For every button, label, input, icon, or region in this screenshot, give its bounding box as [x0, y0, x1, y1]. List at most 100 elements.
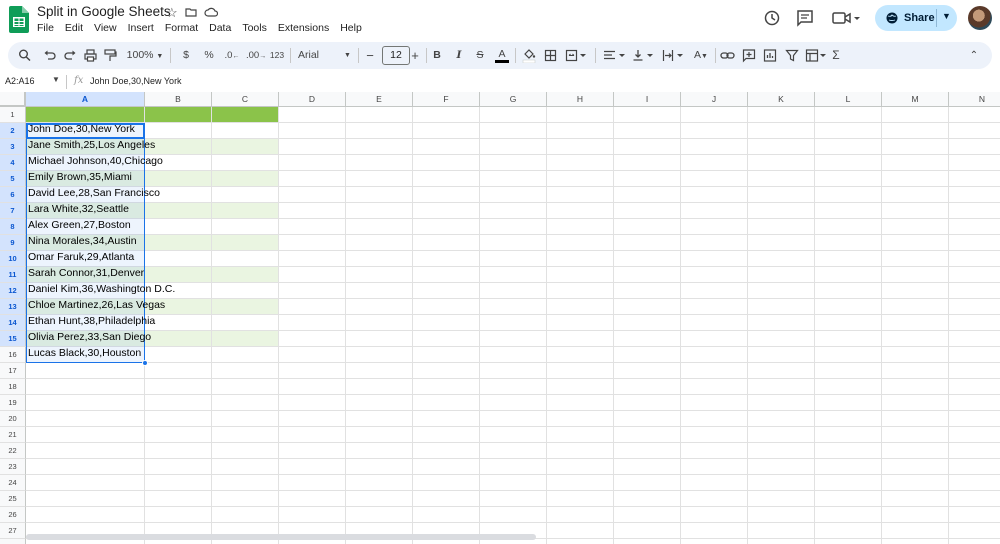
cell-c15[interactable]	[212, 331, 279, 347]
cell-h12[interactable]	[547, 283, 614, 299]
cell-e19[interactable]	[346, 395, 413, 411]
cell-c7[interactable]	[212, 203, 279, 219]
cell-j7[interactable]	[681, 203, 748, 219]
cell-j22[interactable]	[681, 443, 748, 459]
cell-i12[interactable]	[614, 283, 681, 299]
cell-c3[interactable]	[212, 139, 279, 155]
cell-k18[interactable]	[748, 379, 815, 395]
cell-l17[interactable]	[815, 363, 882, 379]
cell-k17[interactable]	[748, 363, 815, 379]
cell-c6[interactable]	[212, 187, 279, 203]
cell-m2[interactable]	[882, 123, 949, 139]
merge-cells-icon[interactable]	[565, 48, 587, 63]
font-select[interactable]: Arial ▼	[298, 48, 352, 63]
cell-e15[interactable]	[346, 331, 413, 347]
cell-m25[interactable]	[882, 491, 949, 507]
menu-data[interactable]: Data	[209, 22, 231, 34]
cell-k21[interactable]	[748, 427, 815, 443]
cell-i6[interactable]	[614, 187, 681, 203]
cell-j9[interactable]	[681, 235, 748, 251]
cell-b23[interactable]	[145, 459, 212, 475]
paint-format-icon[interactable]	[104, 48, 117, 63]
cell-b17[interactable]	[145, 363, 212, 379]
cell-g13[interactable]	[480, 299, 547, 315]
cell-l26[interactable]	[815, 507, 882, 523]
cell-k22[interactable]	[748, 443, 815, 459]
cell-k19[interactable]	[748, 395, 815, 411]
cell-h7[interactable]	[547, 203, 614, 219]
cell-k6[interactable]	[748, 187, 815, 203]
sheets-logo-icon[interactable]	[9, 6, 29, 33]
row-header-26[interactable]: 26	[0, 507, 26, 523]
document-title[interactable]: Split in Google Sheets	[37, 4, 171, 19]
cell-h6[interactable]	[547, 187, 614, 203]
menu-format[interactable]: Format	[165, 22, 198, 34]
cell-f16[interactable]	[413, 347, 480, 363]
cell-g12[interactable]	[480, 283, 547, 299]
row-header-19[interactable]: 19	[0, 395, 26, 411]
cell-h24[interactable]	[547, 475, 614, 491]
cell-e8[interactable]	[346, 219, 413, 235]
column-header-i[interactable]: I	[614, 92, 681, 107]
cell-i3[interactable]	[614, 139, 681, 155]
cell-g1[interactable]	[480, 107, 547, 123]
cell-g19[interactable]	[480, 395, 547, 411]
cell-f19[interactable]	[413, 395, 480, 411]
cell-e6[interactable]	[346, 187, 413, 203]
column-header-n[interactable]: N	[949, 92, 1000, 107]
cell-f10[interactable]	[413, 251, 480, 267]
cell-g6[interactable]	[480, 187, 547, 203]
cell-j17[interactable]	[681, 363, 748, 379]
cell-d10[interactable]	[279, 251, 346, 267]
row-header-11[interactable]: 11	[0, 267, 26, 283]
cell-e10[interactable]	[346, 251, 413, 267]
cell-g5[interactable]	[480, 171, 547, 187]
cell-l28[interactable]	[815, 539, 882, 544]
cell-j13[interactable]	[681, 299, 748, 315]
column-header-d[interactable]: D	[279, 92, 346, 107]
cell-a20[interactable]	[26, 411, 145, 427]
row-header-18[interactable]: 18	[0, 379, 26, 395]
cell-h8[interactable]	[547, 219, 614, 235]
menu-view[interactable]: View	[94, 22, 117, 34]
cell-f26[interactable]	[413, 507, 480, 523]
cell-k15[interactable]	[748, 331, 815, 347]
cell-f18[interactable]	[413, 379, 480, 395]
cell-h17[interactable]	[547, 363, 614, 379]
cell-e22[interactable]	[346, 443, 413, 459]
cell-c17[interactable]	[212, 363, 279, 379]
cell-m3[interactable]	[882, 139, 949, 155]
cell-f21[interactable]	[413, 427, 480, 443]
cell-e11[interactable]	[346, 267, 413, 283]
cell-l6[interactable]	[815, 187, 882, 203]
meet-icon[interactable]	[832, 10, 862, 26]
cell-j24[interactable]	[681, 475, 748, 491]
cell-e23[interactable]	[346, 459, 413, 475]
cell-l11[interactable]	[815, 267, 882, 283]
filter-icon[interactable]	[785, 48, 799, 63]
cell-b2[interactable]	[145, 123, 212, 139]
cell-k9[interactable]	[748, 235, 815, 251]
row-header-13[interactable]: 13	[0, 299, 26, 315]
percent-button[interactable]: %	[203, 48, 215, 63]
cell-n28[interactable]	[949, 539, 1000, 544]
cell-a25[interactable]	[26, 491, 145, 507]
cell-h16[interactable]	[547, 347, 614, 363]
cell-k7[interactable]	[748, 203, 815, 219]
cell-h23[interactable]	[547, 459, 614, 475]
cell-b5[interactable]	[145, 171, 212, 187]
cell-f22[interactable]	[413, 443, 480, 459]
row-header-14[interactable]: 14	[0, 315, 26, 331]
cell-d1[interactable]	[279, 107, 346, 123]
cell-d25[interactable]	[279, 491, 346, 507]
cell-l23[interactable]	[815, 459, 882, 475]
cell-d8[interactable]	[279, 219, 346, 235]
cell-b8[interactable]	[145, 219, 212, 235]
cell-c14[interactable]	[212, 315, 279, 331]
cell-m19[interactable]	[882, 395, 949, 411]
share-dropdown-icon[interactable]: ▼	[942, 11, 951, 21]
cell-d3[interactable]	[279, 139, 346, 155]
horizontal-align-icon[interactable]	[603, 48, 627, 63]
share-button[interactable]: Share ▼	[875, 5, 957, 31]
cell-j2[interactable]	[681, 123, 748, 139]
